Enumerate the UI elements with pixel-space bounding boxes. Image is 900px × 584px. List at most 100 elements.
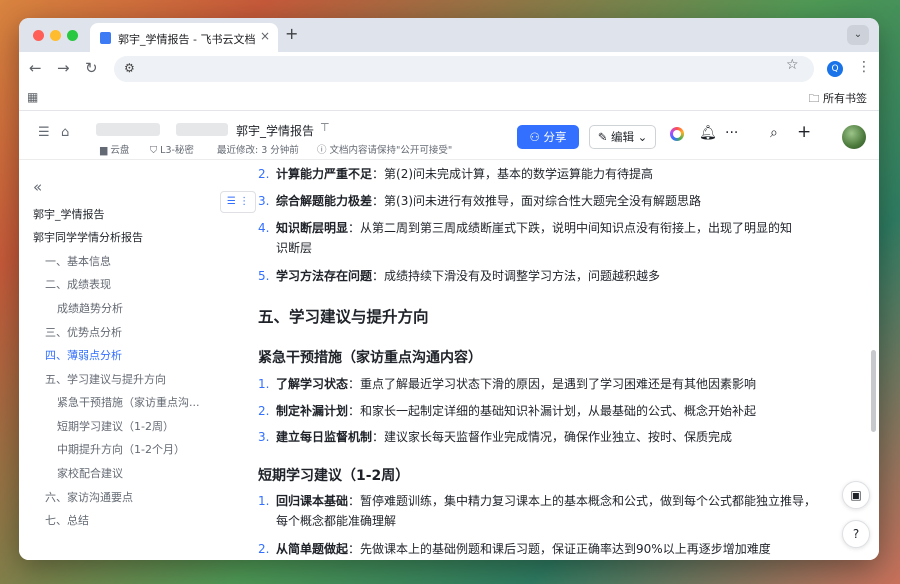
edit-label: 编辑 bbox=[611, 130, 634, 144]
edit-mode-button[interactable]: ✎ 编辑 ⌄ bbox=[589, 125, 656, 149]
list-item[interactable]: 2. 从简单题做起：先做课本上的基础例题和课后习题，保证正确率达到90%以上再逐… bbox=[258, 539, 838, 559]
subsection-heading: 短期学习建议（1-2周） bbox=[258, 468, 410, 484]
list-item-text: ：建议家长每天监督作业完成情况，确保作业独立、按时、保质完成 bbox=[372, 430, 733, 444]
close-window-button[interactable] bbox=[33, 30, 44, 41]
list-item-text: ：暂停难题训练，集中精力复习课本上的基本概念和公式，做到每个公式都能独立推导，每… bbox=[276, 494, 817, 528]
list-number: 3. bbox=[258, 430, 270, 444]
page-title[interactable]: 郭宇_学情报告 bbox=[236, 122, 314, 139]
home-icon[interactable]: ⌂ bbox=[61, 125, 69, 140]
list-item-bold: 学习方法存在问题 bbox=[276, 269, 373, 283]
share-button[interactable]: ⚇ 分享 bbox=[517, 125, 579, 149]
list-item-bold: 了解学习状态 bbox=[276, 377, 349, 391]
list-item-text: ：从第二周到第三周成绩断崖式下跌，说明中间知识点没有衔接上，出现了明显的知识断层 bbox=[276, 221, 793, 255]
list-item-text: ：重点了解最近学习状态下滑的原因，是遇到了学习困难还是有其他因素影响 bbox=[348, 377, 757, 391]
browser-toolbar: ← → ↻ ⚙ ☆ Q ⋮ bbox=[19, 52, 879, 86]
list-number: 2. bbox=[258, 404, 270, 418]
list-item-text: ：先做课本上的基础例题和课后习题，保证正确率达到90%以上再逐步增加难度 bbox=[348, 542, 771, 556]
toc-item[interactable]: 一、基本信息 bbox=[45, 253, 111, 269]
toc-item[interactable]: 六、家访沟通要点 bbox=[45, 489, 133, 505]
toc-item[interactable]: 五、学习建议与提升方向 bbox=[45, 371, 166, 387]
toc-item[interactable]: 成绩趋势分析 bbox=[57, 300, 123, 316]
maximize-window-button[interactable] bbox=[67, 30, 78, 41]
minimize-window-button[interactable] bbox=[50, 30, 61, 41]
collapse-sidebar-icon[interactable]: « bbox=[33, 178, 42, 196]
toc-item[interactable]: 中期提升方向（1-2个月） bbox=[57, 441, 185, 457]
list-item[interactable]: 2. 计算能力严重不足：第(2)问未完成计算，基本的数学运算能力有待提高 bbox=[258, 164, 818, 184]
list-item-bold: 建立每日监督机制 bbox=[276, 430, 373, 444]
subsection-heading: 紧急干预措施（家访重点沟通内容） bbox=[258, 350, 482, 366]
more-options-icon[interactable]: ··· bbox=[725, 125, 738, 141]
security-text: L3-秘密 bbox=[160, 145, 194, 156]
list-item[interactable]: 4. 知识断层明显：从第二周到第三周成绩断崖式下跌，说明中间知识点没有衔接上，出… bbox=[258, 218, 803, 258]
forward-arrow-icon[interactable]: → bbox=[57, 59, 70, 77]
bookmark-star-icon[interactable]: ☆ bbox=[786, 57, 799, 73]
tab-close-icon[interactable]: × bbox=[260, 29, 270, 43]
help-icon[interactable]: ? bbox=[842, 520, 870, 548]
document-header: ☰ ⌂ 郭宇_学情报告 ⊤ ▆ 云盘 ⛉ L3-秘密 最近修改: 3 分钟前 ⓘ… bbox=[19, 111, 879, 160]
location-label[interactable]: ▆ 云盘 bbox=[100, 142, 129, 156]
list-item[interactable]: 3. 综合解题能力极差：第(3)问未进行有效推导，面对综合性大题完全没有解题思路 bbox=[258, 191, 818, 211]
search-icon[interactable]: ⌕ bbox=[770, 125, 778, 141]
list-item[interactable]: 2. 制定补漏计划：和家长一起制定详细的基础知识补漏计划，从最基础的公式、概念开… bbox=[258, 401, 818, 421]
notification-bell-icon[interactable]: 🔔︎ bbox=[699, 125, 717, 141]
apps-grid-icon[interactable]: ▦ bbox=[27, 90, 38, 104]
toc-item[interactable]: 二、成绩表现 bbox=[45, 276, 111, 292]
location-text: 云盘 bbox=[110, 145, 130, 156]
list-item-bold: 回归课本基础 bbox=[276, 494, 349, 508]
add-icon[interactable]: + bbox=[797, 122, 811, 142]
new-tab-button[interactable]: + bbox=[285, 24, 298, 43]
browser-window: 郭宇_学情报告 - 飞书云文档 × + ⌄ ← → ↻ ⚙ ☆ Q ⋮ ▦ 🗀 … bbox=[19, 18, 879, 560]
toc-item[interactable]: 七、总结 bbox=[45, 512, 89, 528]
list-item[interactable]: 1. 回归课本基础：暂停难题训练，集中精力复习课本上的基本概念和公式，做到每个公… bbox=[258, 491, 828, 531]
list-item-bold: 制定补漏计划 bbox=[276, 404, 349, 418]
share-label: 分享 bbox=[543, 130, 567, 144]
reload-icon[interactable]: ↻ bbox=[85, 59, 98, 77]
toc-item[interactable]: 家校配合建议 bbox=[57, 465, 123, 481]
back-arrow-icon[interactable]: ← bbox=[29, 59, 42, 77]
tab-search-chevron-icon[interactable]: ⌄ bbox=[847, 25, 869, 45]
list-item-text: ：第(2)问未完成计算，基本的数学运算能力有待提高 bbox=[372, 167, 654, 181]
address-bar[interactable]: ⚙ bbox=[114, 56, 814, 82]
list-item-bold: 从简单题做起 bbox=[276, 542, 349, 556]
user-avatar[interactable] bbox=[842, 125, 866, 149]
list-number: 2. bbox=[258, 167, 270, 181]
ai-assistant-icon[interactable] bbox=[670, 127, 684, 141]
bookmarks-bar: ▦ 🗀 所有书签 bbox=[19, 86, 879, 111]
access-note: ⓘ 文档内容请保持"公开可接受" bbox=[317, 145, 453, 156]
pin-icon[interactable]: ⊤ bbox=[320, 121, 330, 134]
outline-sidebar: « 郭宇_学情报告 郭宇同学学情分析报告 一、基本信息 二、成绩表现 成绩趋势分… bbox=[19, 160, 219, 560]
tab-title: 郭宇_学情报告 - 飞书云文档 bbox=[118, 33, 256, 46]
list-item[interactable]: 3. 建立每日监督机制：建议家长每天监督作业完成情况，确保作业独立、按时、保质完… bbox=[258, 427, 818, 447]
edit-pen-icon: ✎ bbox=[597, 130, 608, 144]
toc-item[interactable]: 郭宇同学学情分析报告 bbox=[33, 229, 143, 245]
list-number: 3. bbox=[258, 194, 270, 208]
toggle-outline-icon[interactable]: ☰ bbox=[38, 125, 50, 140]
profile-avatar[interactable]: Q bbox=[827, 61, 843, 77]
all-bookmarks-folder[interactable]: 🗀 所有书签 bbox=[809, 90, 868, 109]
list-item[interactable]: 1. 了解学习状态：重点了解最近学习状态下滑的原因，是遇到了学习困难还是有其他因… bbox=[258, 374, 818, 394]
toc-item[interactable]: 郭宇_学情报告 bbox=[33, 206, 105, 222]
list-item[interactable]: 5. 学习方法存在问题：成绩持续下滑没有及时调整学习方法，问题越积越多 bbox=[258, 266, 818, 286]
toc-item[interactable]: 紧急干预措施（家访重点沟... bbox=[57, 394, 200, 410]
browser-tab[interactable]: 郭宇_学情报告 - 飞书云文档 × bbox=[90, 23, 278, 52]
redacted-breadcrumb bbox=[96, 123, 160, 136]
site-settings-icon[interactable]: ⚙ bbox=[124, 61, 135, 75]
share-user-icon: ⚇ bbox=[529, 130, 540, 144]
list-item-text: ：第(3)问未进行有效推导，面对综合性大题完全没有解题思路 bbox=[372, 194, 702, 208]
toc-item[interactable]: 短期学习建议（1-2周） bbox=[57, 418, 174, 434]
tab-strip: 郭宇_学情报告 - 飞书云文档 × + ⌄ bbox=[19, 18, 879, 52]
access-note-text: 文档内容请保持"公开可接受" bbox=[329, 145, 453, 156]
vertical-scrollbar[interactable] bbox=[871, 350, 876, 432]
doc-info-icon[interactable]: ▣ bbox=[842, 481, 870, 509]
list-item-bold: 计算能力严重不足 bbox=[276, 167, 373, 181]
block-format-list-icon[interactable]: ☰ ⋮ bbox=[220, 191, 256, 213]
document-favicon-icon bbox=[100, 32, 111, 44]
last-modified: 最近修改: 3 分钟前 bbox=[217, 145, 299, 156]
security-label[interactable]: ⛉ L3-秘密 bbox=[150, 142, 194, 156]
section-heading: 五、学习建议与提升方向 bbox=[258, 308, 429, 326]
list-item-bold: 知识断层明显 bbox=[276, 221, 349, 235]
browser-menu-icon[interactable]: ⋮ bbox=[857, 59, 871, 75]
toc-item[interactable]: 三、优势点分析 bbox=[45, 324, 122, 340]
list-number: 4. bbox=[258, 221, 270, 235]
toc-item-active[interactable]: 四、薄弱点分析 bbox=[45, 347, 122, 363]
